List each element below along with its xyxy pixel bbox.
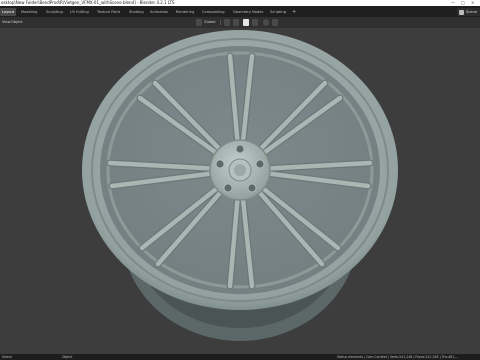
scene-icon xyxy=(459,9,464,15)
snap-icon[interactable] xyxy=(233,19,239,26)
tab-compositing[interactable]: Compositing xyxy=(200,8,227,16)
tab-geometry-nodes[interactable]: Geometry Nodes xyxy=(231,8,265,16)
tab-animation[interactable]: Animation xyxy=(148,8,170,16)
status-object-hint: Object xyxy=(62,355,73,359)
tab-texture-paint[interactable]: Texture Paint xyxy=(95,8,122,16)
proportional-falloff-icon[interactable] xyxy=(272,19,278,26)
tab-scripting[interactable]: Scripting xyxy=(268,8,288,16)
wheel-model[interactable] xyxy=(82,30,398,341)
status-stats: Status elements | Cam.Context | Verts:24… xyxy=(337,355,459,359)
scene-label: Scene xyxy=(466,10,477,14)
proportional-icon[interactable] xyxy=(263,19,269,26)
transform-orientation-dropdown[interactable]: Global xyxy=(204,19,215,26)
tab-shading[interactable]: Shading xyxy=(127,8,146,16)
snap-target-icon[interactable] xyxy=(252,19,258,26)
add-workspace-button[interactable]: + xyxy=(292,8,296,16)
3d-viewport[interactable] xyxy=(0,28,480,354)
transform-orientation-icon[interactable] xyxy=(196,19,202,26)
center-cap-inner xyxy=(234,164,246,176)
status-bar: Select Object Status elements | Cam.Cont… xyxy=(0,354,480,360)
status-select-hint: Select xyxy=(2,355,12,359)
scene-selector[interactable]: Scene xyxy=(457,8,480,16)
workspace-bar: Layout Modeling Sculpting UV Editing Tex… xyxy=(0,6,480,17)
snap-toggle[interactable] xyxy=(243,19,249,26)
tab-uv-editing[interactable]: UV Editing xyxy=(68,8,91,16)
tab-rendering[interactable]: Rendering xyxy=(174,8,196,16)
tab-sculpting[interactable]: Sculpting xyxy=(44,8,65,16)
tab-layout[interactable]: Layout xyxy=(0,8,17,16)
header-divider xyxy=(220,20,221,25)
viewport-canvas xyxy=(82,30,398,341)
pivot-icon[interactable] xyxy=(224,19,230,26)
viewport-header: View Object Global xyxy=(0,17,480,28)
object-menu[interactable]: Object xyxy=(11,19,23,26)
view-menu[interactable]: View xyxy=(2,19,11,26)
tab-modeling[interactable]: Modeling xyxy=(19,8,39,16)
